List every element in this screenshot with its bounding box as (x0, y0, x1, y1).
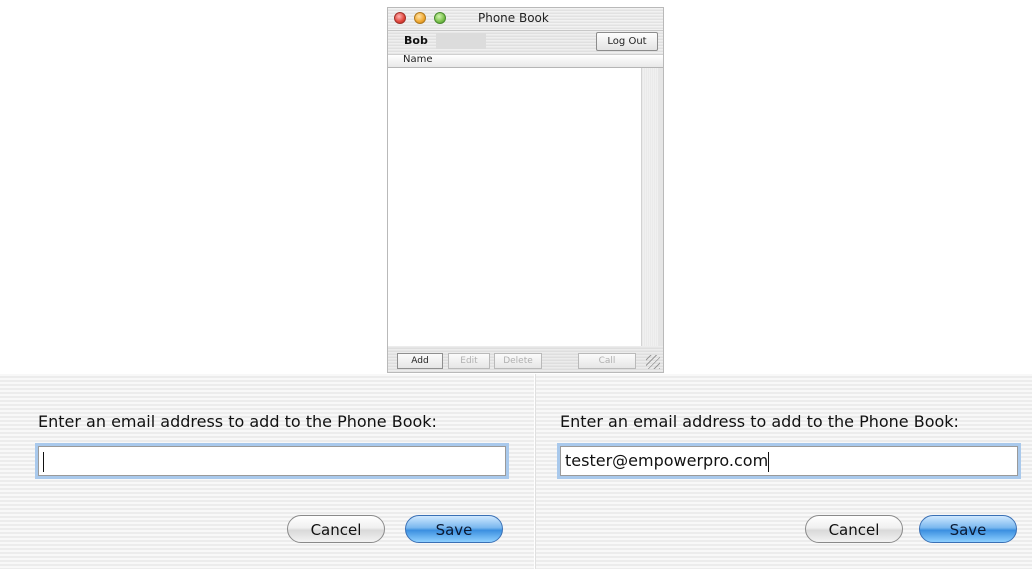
title-bar[interactable]: Phone Book (388, 8, 663, 31)
email-input[interactable]: tester@empowerpro.com (560, 446, 1018, 476)
cancel-button[interactable]: Cancel (805, 515, 903, 543)
save-button[interactable]: Save (919, 515, 1017, 543)
add-email-dialog-empty: Enter an email address to add to the Pho… (0, 374, 534, 569)
delete-button[interactable]: Delete (494, 353, 542, 369)
contacts-list[interactable] (388, 68, 641, 346)
add-email-dialog-filled: Enter an email address to add to the Pho… (535, 374, 1032, 569)
log-out-button[interactable]: Log Out (596, 32, 658, 51)
dialog-prompt: Enter an email address to add to the Pho… (560, 412, 959, 431)
add-button[interactable]: Add (397, 353, 443, 369)
resize-grip-icon[interactable] (646, 355, 660, 369)
bottom-toolbar: Add Edit Delete Call (388, 346, 663, 372)
text-caret (768, 451, 770, 472)
email-input-value: tester@empowerpro.com (565, 451, 769, 470)
cancel-button[interactable]: Cancel (287, 515, 385, 543)
text-caret (43, 451, 44, 472)
email-input[interactable] (38, 446, 506, 476)
name-column-header[interactable]: Name (388, 54, 663, 68)
current-user-name: Bob (404, 34, 428, 47)
call-button[interactable]: Call (578, 353, 636, 369)
save-button[interactable]: Save (405, 515, 503, 543)
zoom-window-button[interactable] (434, 12, 446, 24)
user-bar: Bob Log Out (388, 31, 663, 53)
phone-book-window: Phone Book Bob Log Out Name Add Edit Del… (387, 7, 664, 373)
redacted-user-info (436, 33, 486, 49)
vertical-scrollbar[interactable] (641, 68, 658, 346)
dialog-prompt: Enter an email address to add to the Pho… (38, 412, 437, 431)
column-header-label: Name (403, 54, 433, 65)
edit-button[interactable]: Edit (448, 353, 490, 369)
close-window-button[interactable] (394, 12, 406, 24)
window-title: Phone Book (478, 11, 549, 25)
minimize-window-button[interactable] (414, 12, 426, 24)
